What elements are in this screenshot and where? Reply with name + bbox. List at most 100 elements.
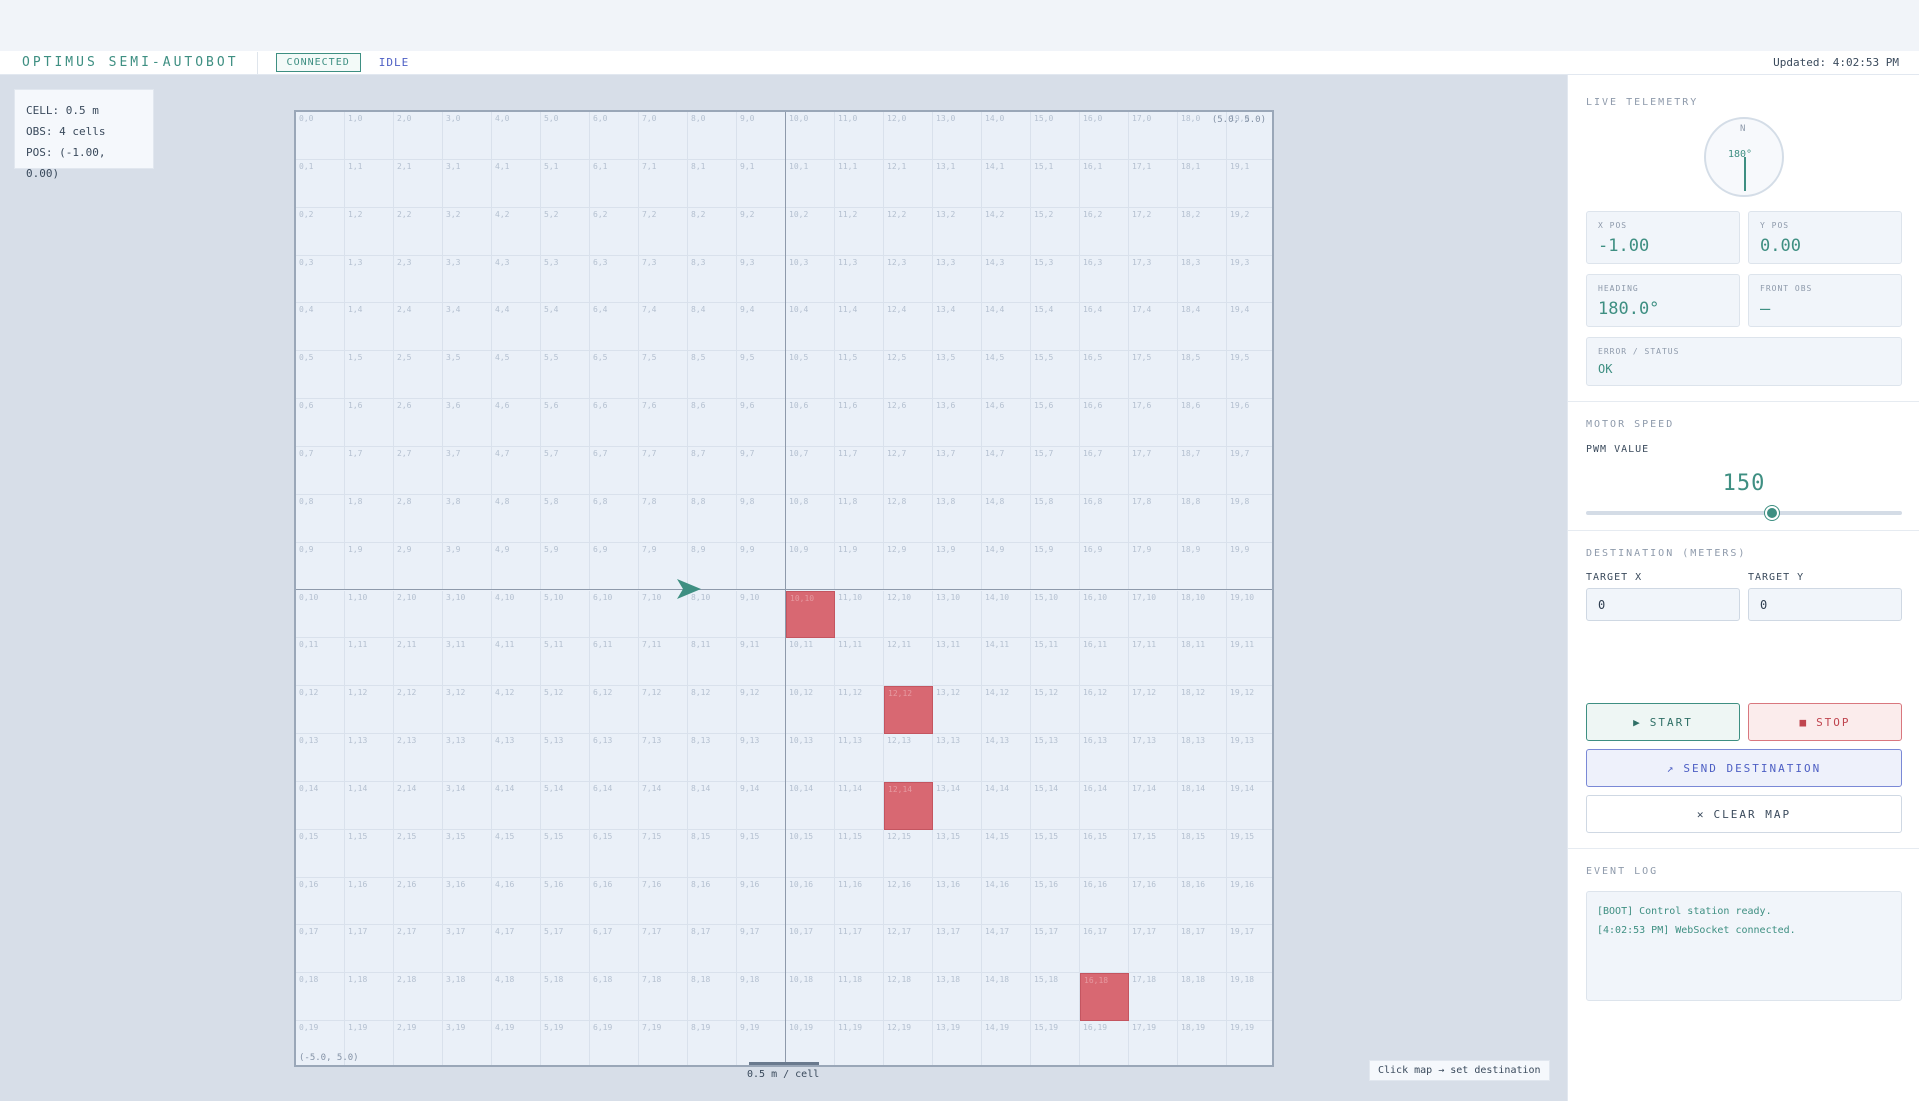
- grid-cell[interactable]: 13,12: [933, 686, 982, 735]
- grid-cell[interactable]: 11,6: [835, 399, 884, 447]
- grid-cell[interactable]: 6,19: [590, 1021, 639, 1065]
- grid-cell[interactable]: 17,3: [1129, 255, 1178, 304]
- grid-cell[interactable]: 5,10: [541, 590, 590, 639]
- grid-cell[interactable]: 9,0: [737, 112, 786, 160]
- grid-cell[interactable]: 13,4: [933, 303, 982, 352]
- grid-cell[interactable]: 6,7: [590, 446, 639, 495]
- grid-cell[interactable]: 19,14: [1227, 782, 1272, 830]
- grid-cell[interactable]: 10,18: [786, 973, 835, 1022]
- grid-cell[interactable]: 16,16: [1080, 877, 1129, 926]
- grid-cell[interactable]: 8,5: [688, 351, 737, 400]
- grid-cell[interactable]: 13,5: [933, 351, 982, 400]
- grid-cell[interactable]: 11,12: [835, 686, 884, 735]
- grid-cell[interactable]: 19,6: [1227, 399, 1272, 447]
- grid-cell[interactable]: 0,8: [296, 494, 345, 543]
- grid-cell[interactable]: 15,12: [1031, 686, 1080, 735]
- grid-cell[interactable]: 13,6: [933, 399, 982, 447]
- grid-cell[interactable]: 11,0: [835, 112, 884, 160]
- grid-cell[interactable]: 8,18: [688, 973, 737, 1022]
- grid-cell[interactable]: 18,6: [1178, 399, 1227, 447]
- grid-cell[interactable]: 1,7: [345, 446, 394, 495]
- grid-cell[interactable]: 18,19: [1178, 1021, 1227, 1065]
- grid-cell[interactable]: 18,1: [1178, 159, 1227, 208]
- grid-cell[interactable]: 9,15: [737, 829, 786, 878]
- grid-cell[interactable]: 2,16: [394, 877, 443, 926]
- grid-cell[interactable]: 17,6: [1129, 399, 1178, 447]
- grid-cell[interactable]: 1,6: [345, 399, 394, 447]
- grid-cell[interactable]: 2,3: [394, 255, 443, 304]
- obstacle-cell[interactable]: 12,12: [884, 686, 933, 735]
- grid-cell[interactable]: 16,11: [1080, 638, 1129, 687]
- grid-cell[interactable]: 16,12: [1080, 686, 1129, 735]
- grid-cell[interactable]: 17,17: [1129, 925, 1178, 974]
- grid-cell[interactable]: 16,3: [1080, 255, 1129, 304]
- grid-cell[interactable]: 11,15: [835, 829, 884, 878]
- grid-cell[interactable]: 9,17: [737, 925, 786, 974]
- grid-cell[interactable]: 7,14: [639, 781, 688, 830]
- grid-cell[interactable]: 18,7: [1178, 446, 1227, 495]
- grid-cell[interactable]: 13,19: [933, 1021, 982, 1065]
- grid-cell[interactable]: 5,3: [541, 255, 590, 304]
- grid-cell[interactable]: 10,9: [786, 542, 835, 591]
- grid-cell[interactable]: 4,19: [492, 1021, 541, 1065]
- grid-cell[interactable]: 10,17: [786, 925, 835, 974]
- grid-cell[interactable]: 6,1: [590, 159, 639, 208]
- grid-cell[interactable]: 18,9: [1178, 542, 1227, 591]
- grid-cell[interactable]: 16,17: [1080, 925, 1129, 974]
- grid-cell[interactable]: 17,18: [1129, 973, 1178, 1022]
- grid-cell[interactable]: 4,14: [492, 781, 541, 830]
- grid-cell[interactable]: 4,0: [492, 112, 541, 160]
- grid-cell[interactable]: 7,17: [639, 925, 688, 974]
- grid-cell[interactable]: 2,9: [394, 542, 443, 591]
- grid-cell[interactable]: 12,5: [884, 351, 933, 400]
- grid-cell[interactable]: 3,12: [443, 686, 492, 735]
- grid-cell[interactable]: 10,7: [786, 446, 835, 495]
- grid-cell[interactable]: 10,19: [786, 1021, 835, 1065]
- grid-cell[interactable]: 19,11: [1227, 638, 1272, 687]
- grid-cell[interactable]: 2,14: [394, 781, 443, 830]
- grid-cell[interactable]: 18,10: [1178, 590, 1227, 639]
- grid-cell[interactable]: 4,1: [492, 159, 541, 208]
- grid-cell[interactable]: 13,0: [933, 112, 982, 160]
- grid-cell[interactable]: 9,8: [737, 494, 786, 543]
- grid-cell[interactable]: 5,4: [541, 303, 590, 352]
- grid-cell[interactable]: 3,10: [443, 590, 492, 639]
- grid-cell[interactable]: 18,14: [1178, 781, 1227, 830]
- grid-cell[interactable]: 17,0: [1129, 112, 1178, 160]
- grid-cell[interactable]: 7,19: [639, 1021, 688, 1065]
- grid-cell[interactable]: 18,11: [1178, 638, 1227, 687]
- grid-cell[interactable]: 10,12: [786, 686, 835, 735]
- grid-cell[interactable]: 0,13: [296, 734, 345, 782]
- grid-cell[interactable]: 6,17: [590, 925, 639, 974]
- grid-cell[interactable]: 1,17: [345, 925, 394, 974]
- grid-cell[interactable]: 4,13: [492, 734, 541, 782]
- grid-cell[interactable]: 10,5: [786, 351, 835, 400]
- grid-cell[interactable]: 6,4: [590, 303, 639, 352]
- grid-cell[interactable]: 8,12: [688, 686, 737, 735]
- grid-cell[interactable]: 15,6: [1031, 399, 1080, 447]
- grid-cell[interactable]: 4,10: [492, 590, 541, 639]
- grid-cell[interactable]: 6,8: [590, 494, 639, 543]
- grid-cell[interactable]: 0,5: [296, 351, 345, 400]
- grid-cell[interactable]: 0,3: [296, 255, 345, 304]
- grid-cell[interactable]: 14,2: [982, 207, 1031, 256]
- grid-cell[interactable]: 13,14: [933, 781, 982, 830]
- grid-cell[interactable]: 8,4: [688, 303, 737, 352]
- grid-cell[interactable]: 17,12: [1129, 686, 1178, 735]
- grid-cell[interactable]: 6,11: [590, 638, 639, 687]
- grid-cell[interactable]: 13,16: [933, 877, 982, 926]
- grid-cell[interactable]: 12,8: [884, 494, 933, 543]
- grid-cell[interactable]: 18,8: [1178, 494, 1227, 543]
- grid-cell[interactable]: 17,14: [1129, 781, 1178, 830]
- grid-cell[interactable]: 10,6: [786, 399, 835, 447]
- grid-cell[interactable]: 9,18: [737, 973, 786, 1022]
- grid-cell[interactable]: 4,15: [492, 829, 541, 878]
- grid-cell[interactable]: 17,10: [1129, 590, 1178, 639]
- grid-cell[interactable]: 5,8: [541, 494, 590, 543]
- grid-cell[interactable]: 8,17: [688, 925, 737, 974]
- grid-cell[interactable]: 12,16: [884, 877, 933, 926]
- grid-cell[interactable]: 9,11: [737, 638, 786, 687]
- grid-cell[interactable]: 0,9: [296, 542, 345, 591]
- grid-cell[interactable]: 11,11: [835, 638, 884, 687]
- grid-cell[interactable]: 8,6: [688, 399, 737, 447]
